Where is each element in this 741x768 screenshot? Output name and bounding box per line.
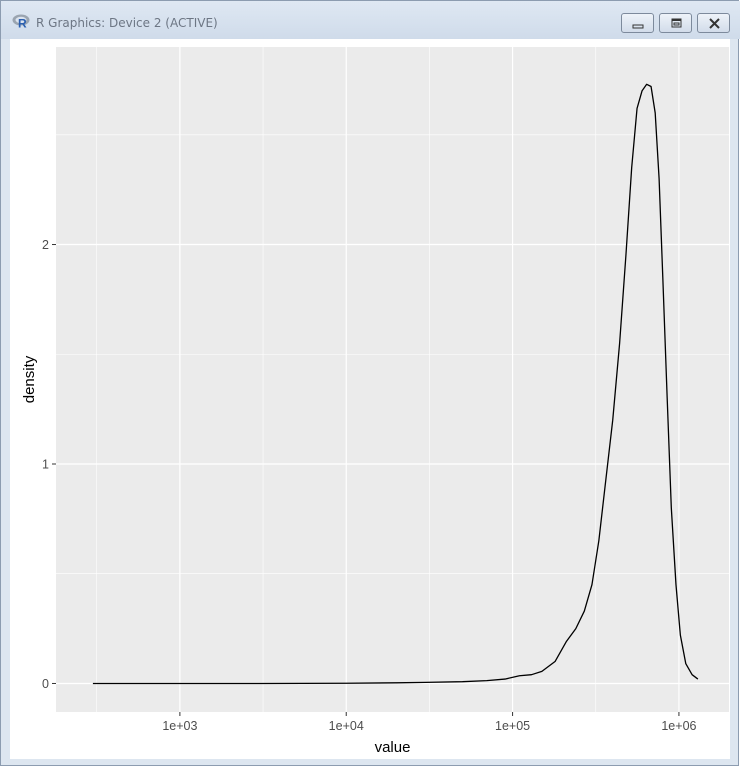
plot-panel: [56, 47, 729, 712]
x-tick-label: 1e+06: [661, 719, 696, 733]
y-tick-label: 2: [42, 238, 49, 252]
title-bar[interactable]: R R Graphics: Device 2 (ACTIVE): [1, 1, 740, 39]
y-axis-label: density: [21, 355, 38, 403]
restore-icon: [671, 18, 682, 28]
y-tick-label: 1: [42, 457, 49, 471]
svg-text:R: R: [18, 17, 27, 30]
x-axis-label: value: [375, 739, 411, 756]
r-graphics-window: R R Graphics: Device 2 (ACTIVE) 0 1 2 1e…: [0, 0, 740, 766]
minimize-button[interactable]: [621, 13, 654, 33]
close-button[interactable]: [697, 13, 730, 33]
y-tick-label: 0: [42, 677, 49, 691]
x-tick-label: 1e+04: [329, 719, 364, 733]
close-icon: [709, 18, 720, 29]
x-tick-label: 1e+03: [162, 719, 197, 733]
density-chart: 0 1 2 1e+03 1e+04 1e+05 1e+06 value density: [21, 47, 729, 756]
x-axis: 1e+03 1e+04 1e+05 1e+06: [162, 712, 697, 733]
y-axis: 0 1 2: [42, 238, 56, 691]
plot-device-area: 0 1 2 1e+03 1e+04 1e+05 1e+06 value density: [10, 39, 730, 759]
minimize-icon: [632, 24, 644, 29]
x-tick-label: 1e+05: [495, 719, 530, 733]
window-title: R Graphics: Device 2 (ACTIVE): [36, 16, 218, 30]
r-logo-icon: R: [12, 14, 30, 30]
restore-button[interactable]: [659, 13, 692, 33]
